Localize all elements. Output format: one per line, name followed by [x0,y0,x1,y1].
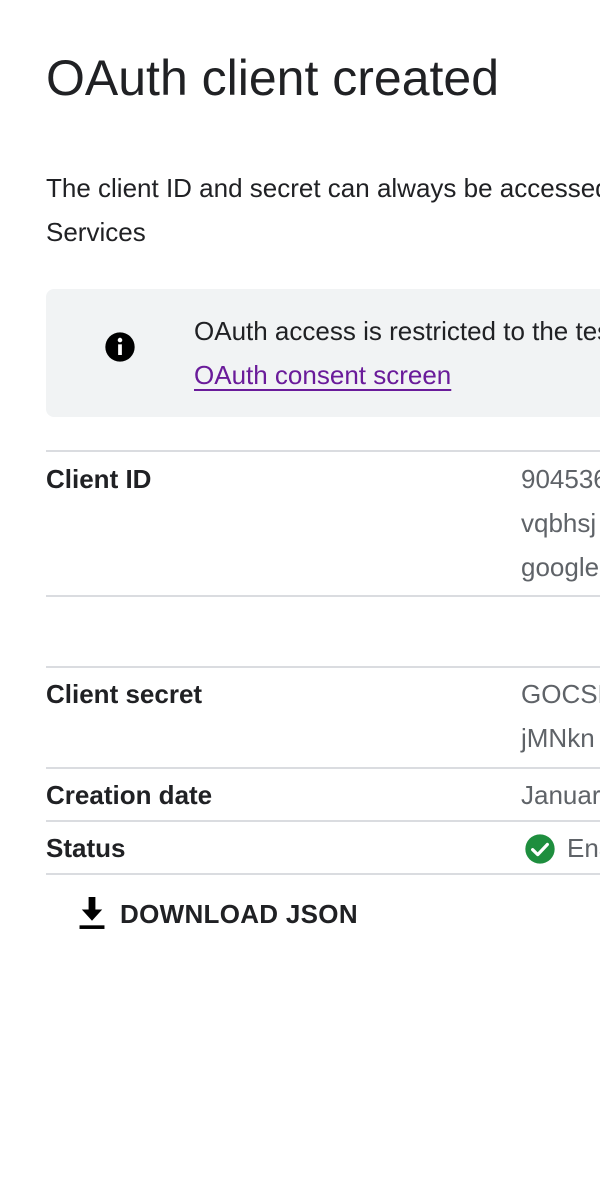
client-id-value-line: vqbhsj [521,508,597,538]
divider [46,873,600,875]
creation-date-label: Creation date [46,780,213,810]
divider [46,450,600,452]
creation-date-text: January [521,780,600,810]
divider [46,595,600,597]
page-title: OAuth client created [46,50,500,106]
description-line-2: Services [46,217,146,247]
client-id-value-line: googleusercontent.com [521,552,600,582]
creation-date-value: January [521,773,600,817]
download-icon [79,897,105,929]
status-value: Enabled [567,833,600,863]
divider [46,820,600,822]
status-label: Status [46,833,126,863]
client-id-label: Client ID [46,464,152,494]
info-icon [105,332,135,362]
client-secret-value-line: jMNkn [521,723,595,753]
client-id-value: 904536 vqbhsj googleusercontent.com [521,457,600,589]
client-id-value-line: 904536 [521,464,600,494]
download-json-button[interactable]: DOWNLOAD JSON [66,890,370,938]
info-message: OAuth access is restricted to the test u… [194,316,600,346]
client-secret-value: GOCSPX- jMNkn [521,672,600,760]
client-secret-value-line: GOCSPX- [521,679,600,709]
description: The client ID and secret can always be a… [46,166,600,254]
oauth-client-created-dialog: OAuth client created The client ID and s… [0,0,600,1185]
client-secret-label: Client secret [46,679,203,709]
description-line-1: The client ID and secret can always be a… [46,173,600,203]
divider [46,666,600,668]
info-banner: OAuth access is restricted to the test u… [46,289,600,417]
divider [46,767,600,769]
info-text: OAuth access is restricted to the test u… [194,309,600,397]
download-json-label: DOWNLOAD JSON [120,898,358,929]
oauth-consent-screen-link[interactable]: OAuth consent screen [194,360,451,390]
check-circle-icon [525,834,555,864]
